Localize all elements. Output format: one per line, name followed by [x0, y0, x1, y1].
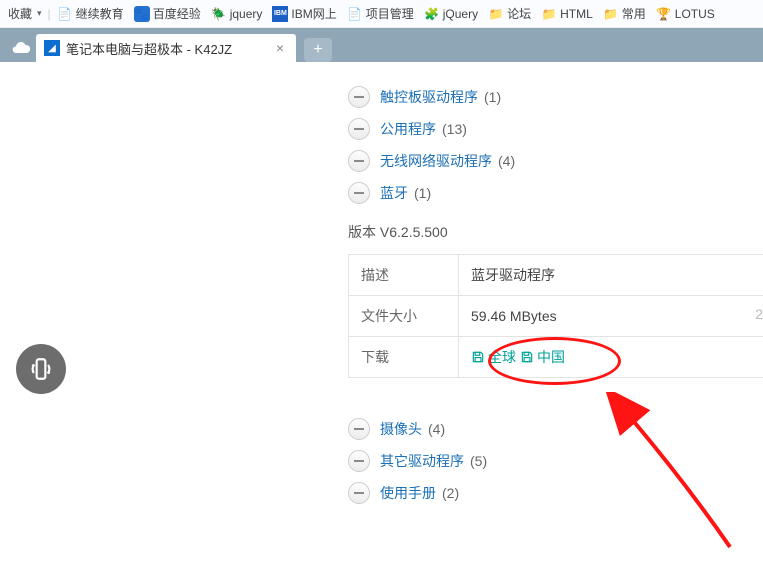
collapse-toggle[interactable]: [348, 450, 370, 472]
save-disk-icon: [471, 350, 485, 364]
separator: |: [48, 7, 51, 21]
size-label: 文件大小: [349, 296, 459, 336]
folder-icon: 📁: [541, 6, 557, 22]
category-count: (5): [470, 453, 487, 469]
cloud-icon: [11, 38, 31, 58]
bookmark-item-3[interactable]: IBMIBM网上: [268, 3, 340, 24]
bookmark-item-1[interactable]: 🐾百度经验: [130, 3, 205, 24]
chevron-down-icon: ▾: [37, 8, 42, 19]
driver-info-table: 描述 蓝牙驱动程序 文件大小 59.46 MBytes 2 下载 全球 中国: [348, 254, 763, 378]
ibm-icon: IBM: [272, 6, 288, 22]
bookmark-item-7[interactable]: 📁HTML: [537, 4, 597, 24]
bookmark-item-2[interactable]: 🪲jquery: [207, 4, 267, 24]
minus-icon: [354, 192, 364, 194]
bookmark-item-6[interactable]: 📁论坛: [484, 3, 535, 24]
tab-title: 笔记本电脑与超极本 - K42JZ: [66, 39, 232, 58]
collapse-toggle[interactable]: [348, 86, 370, 108]
tab-close-button[interactable]: ×: [272, 40, 288, 56]
bug-icon: 🪲: [211, 6, 227, 22]
category-count: (4): [428, 421, 445, 437]
browser-tab[interactable]: ◢ 笔记本电脑与超极本 - K42JZ ×: [36, 34, 296, 62]
category-count: (2): [442, 485, 459, 501]
category-link[interactable]: 使用手册: [380, 483, 436, 503]
minus-icon: [354, 160, 364, 162]
collapse-toggle[interactable]: [348, 482, 370, 504]
table-row-download: 下载 全球 中国: [349, 337, 763, 377]
doc-icon: 📄: [347, 6, 363, 22]
download-china-link[interactable]: 中国: [520, 347, 565, 367]
table-row-desc: 描述 蓝牙驱动程序: [349, 255, 763, 296]
collapse-toggle[interactable]: [348, 150, 370, 172]
table-row-size: 文件大小 59.46 MBytes 2: [349, 296, 763, 337]
collapse-toggle[interactable]: [348, 182, 370, 204]
paw-icon: 🐾: [134, 6, 150, 22]
size-extra: 2: [751, 296, 763, 336]
category-link[interactable]: 触控板驱动程序: [380, 87, 478, 107]
tab-favicon-icon: ◢: [44, 40, 60, 56]
tab-strip: ◢ 笔记本电脑与超极本 - K42JZ × +: [0, 28, 763, 62]
doc-icon: 📄: [57, 6, 73, 22]
category-row: 公用程序 (13): [348, 118, 763, 140]
category-link[interactable]: 公用程序: [380, 119, 436, 139]
category-count: (1): [484, 89, 501, 105]
minus-icon: [354, 128, 364, 130]
folder-icon: 📁: [603, 6, 619, 22]
jquery-icon: 🧩: [424, 6, 440, 22]
category-row: 触控板驱动程序 (1): [348, 86, 763, 108]
bookmarks-bar: 收藏 ▾ | 📄继续教育 🐾百度经验 🪲jquery IBMIBM网上 📄项目管…: [0, 0, 763, 28]
device-sync-button[interactable]: [16, 344, 66, 394]
category-count: (4): [498, 153, 515, 169]
new-tab-button[interactable]: +: [304, 38, 332, 62]
category-row: 摄像头 (4): [348, 418, 763, 440]
category-link[interactable]: 其它驱动程序: [380, 451, 464, 471]
driver-list: 触控板驱动程序 (1) 公用程序 (13) 无线网络驱动程序 (4) 蓝牙 (1…: [328, 62, 763, 514]
desc-value: 蓝牙驱动程序: [459, 255, 763, 295]
bookmark-item-5[interactable]: 🧩jQuery: [420, 4, 482, 24]
bookmark-item-9[interactable]: 🏆LOTUS: [652, 4, 719, 24]
folder-icon: 📁: [488, 6, 504, 22]
category-count: (13): [442, 121, 467, 137]
phone-rotate-icon: [28, 356, 54, 382]
collapse-toggle[interactable]: [348, 418, 370, 440]
category-link[interactable]: 摄像头: [380, 419, 422, 439]
minus-icon: [354, 460, 364, 462]
category-row: 其它驱动程序 (5): [348, 450, 763, 472]
download-links: 全球 中国: [459, 337, 763, 377]
version-label: 版本 V6.2.5.500: [348, 222, 763, 242]
page-viewport: 触控板驱动程序 (1) 公用程序 (13) 无线网络驱动程序 (4) 蓝牙 (1…: [0, 62, 763, 542]
category-link[interactable]: 无线网络驱动程序: [380, 151, 492, 171]
category-row: 蓝牙 (1): [348, 182, 763, 204]
minus-icon: [354, 96, 364, 98]
minus-icon: [354, 428, 364, 430]
download-label: 下载: [349, 337, 459, 377]
minus-icon: [354, 492, 364, 494]
save-disk-icon: [520, 350, 534, 364]
size-value: 59.46 MBytes: [459, 296, 751, 336]
collapse-toggle[interactable]: [348, 118, 370, 140]
trophy-icon: 🏆: [656, 6, 672, 22]
bookmark-item-8[interactable]: 📁常用: [599, 3, 650, 24]
favorites-menu[interactable]: 收藏 ▾: [4, 3, 46, 24]
desc-label: 描述: [349, 255, 459, 295]
category-count: (1): [414, 185, 431, 201]
category-row: 无线网络驱动程序 (4): [348, 150, 763, 172]
download-global-link[interactable]: 全球: [471, 347, 516, 367]
bookmark-item-0[interactable]: 📄继续教育: [53, 3, 128, 24]
category-link[interactable]: 蓝牙: [380, 183, 408, 203]
bookmark-item-4[interactable]: 📄项目管理: [343, 3, 418, 24]
cloud-button[interactable]: [6, 34, 36, 62]
category-row: 使用手册 (2): [348, 482, 763, 504]
bookmarks-label: 收藏: [8, 5, 32, 22]
